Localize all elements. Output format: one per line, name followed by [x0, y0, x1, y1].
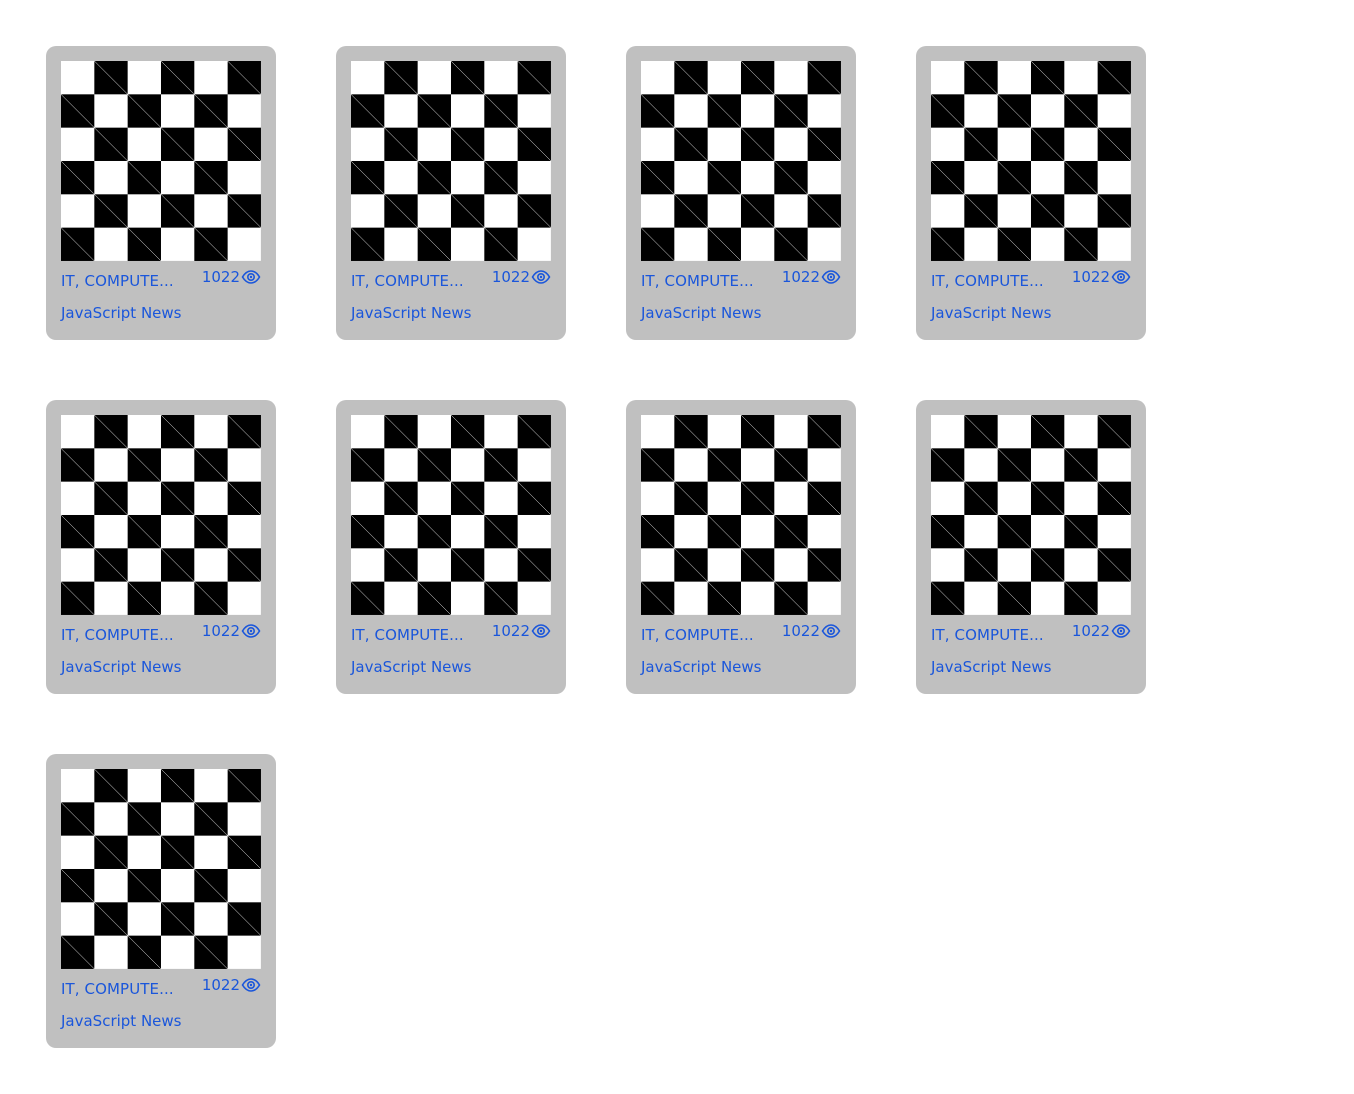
view-count: 1022 — [782, 268, 841, 286]
view-count: 1022 — [1072, 268, 1131, 286]
view-count: 1022 — [492, 622, 551, 640]
source-label[interactable]: JavaScript News — [931, 304, 1052, 322]
news-card[interactable]: IT, COMPUTE... 1022 JavaScript News — [916, 400, 1146, 694]
eye-icon — [241, 270, 261, 284]
view-count-value: 1022 — [491, 622, 530, 640]
view-count-value: 1022 — [201, 268, 240, 286]
source-label[interactable]: JavaScript News — [351, 304, 472, 322]
view-count-value: 1022 — [781, 622, 820, 640]
view-count: 1022 — [782, 622, 841, 640]
news-card[interactable]: IT, COMPUTE... 1022 JavaScript News — [46, 400, 276, 694]
view-count-value: 1022 — [201, 976, 240, 994]
view-count-value: 1022 — [1071, 268, 1110, 286]
news-card[interactable]: IT, COMPUTE... 1022 JavaScript News — [46, 46, 276, 340]
thumbnail-image[interactable] — [351, 61, 551, 261]
view-count: 1022 — [492, 268, 551, 286]
thumbnail-image[interactable] — [931, 415, 1131, 615]
category-label[interactable]: IT, COMPUTE... — [351, 272, 471, 290]
eye-icon — [1111, 270, 1131, 284]
eye-icon — [531, 624, 551, 638]
source-label[interactable]: JavaScript News — [351, 658, 472, 676]
category-label[interactable]: IT, COMPUTE... — [931, 272, 1051, 290]
eye-icon — [241, 624, 261, 638]
eye-icon — [531, 270, 551, 284]
thumbnail-image[interactable] — [61, 769, 261, 969]
eye-icon — [1111, 624, 1131, 638]
category-label[interactable]: IT, COMPUTE... — [61, 626, 181, 644]
category-label[interactable]: IT, COMPUTE... — [61, 980, 181, 998]
category-label[interactable]: IT, COMPUTE... — [61, 272, 181, 290]
category-label[interactable]: IT, COMPUTE... — [641, 626, 761, 644]
view-count-value: 1022 — [1071, 622, 1110, 640]
thumbnail-image[interactable] — [61, 61, 261, 261]
thumbnail-image[interactable] — [641, 415, 841, 615]
source-label[interactable]: JavaScript News — [931, 658, 1052, 676]
news-card[interactable]: IT, COMPUTE... 1022 JavaScript News — [626, 400, 856, 694]
thumbnail-image[interactable] — [931, 61, 1131, 261]
view-count-value: 1022 — [491, 268, 530, 286]
category-label[interactable]: IT, COMPUTE... — [641, 272, 761, 290]
news-card[interactable]: IT, COMPUTE... 1022 JavaScript News — [626, 46, 856, 340]
news-card[interactable]: IT, COMPUTE... 1022 JavaScript News — [336, 46, 566, 340]
news-card[interactable]: IT, COMPUTE... 1022 JavaScript News — [46, 754, 276, 1048]
eye-icon — [241, 978, 261, 992]
view-count: 1022 — [1072, 622, 1131, 640]
source-label[interactable]: JavaScript News — [61, 304, 182, 322]
eye-icon — [821, 270, 841, 284]
view-count: 1022 — [202, 976, 261, 994]
view-count: 1022 — [202, 622, 261, 640]
view-count-value: 1022 — [781, 268, 820, 286]
view-count: 1022 — [202, 268, 261, 286]
news-card-grid: IT, COMPUTE... 1022 JavaScript News IT, … — [46, 46, 1146, 1048]
thumbnail-image[interactable] — [641, 61, 841, 261]
category-label[interactable]: IT, COMPUTE... — [351, 626, 471, 644]
category-label[interactable]: IT, COMPUTE... — [931, 626, 1051, 644]
view-count-value: 1022 — [201, 622, 240, 640]
source-label[interactable]: JavaScript News — [61, 1012, 182, 1030]
news-card[interactable]: IT, COMPUTE... 1022 JavaScript News — [336, 400, 566, 694]
thumbnail-image[interactable] — [351, 415, 551, 615]
news-card[interactable]: IT, COMPUTE... 1022 JavaScript News — [916, 46, 1146, 340]
source-label[interactable]: JavaScript News — [61, 658, 182, 676]
eye-icon — [821, 624, 841, 638]
source-label[interactable]: JavaScript News — [641, 304, 762, 322]
source-label[interactable]: JavaScript News — [641, 658, 762, 676]
thumbnail-image[interactable] — [61, 415, 261, 615]
